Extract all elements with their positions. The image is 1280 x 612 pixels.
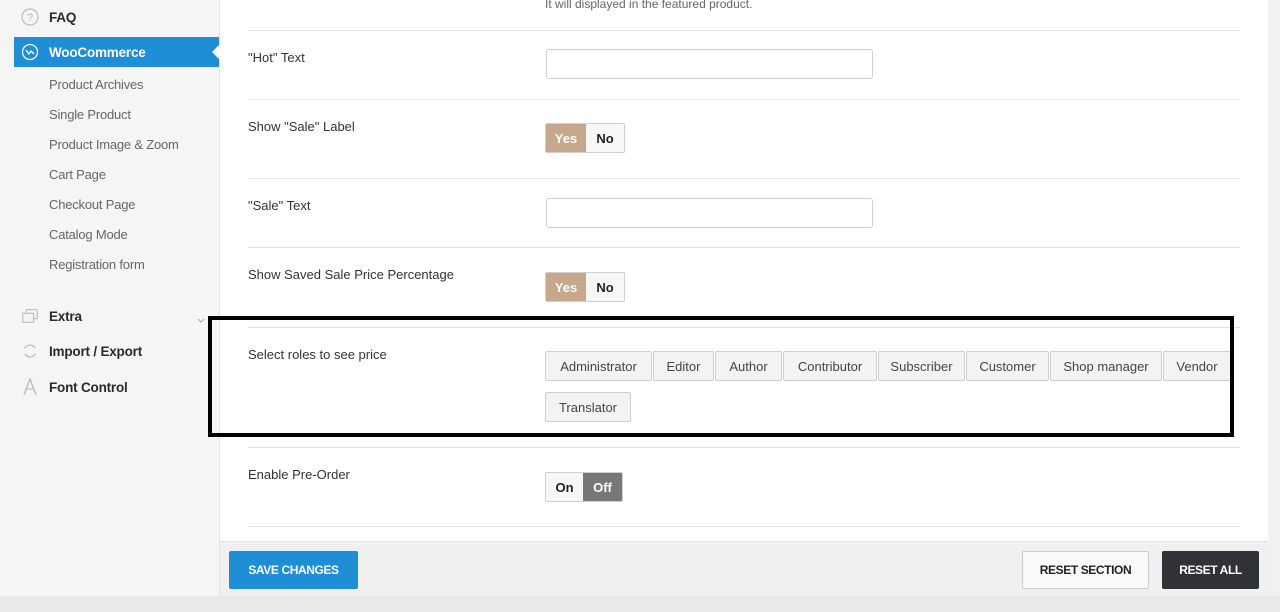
toggle-on-button[interactable]: On bbox=[546, 473, 583, 501]
divider bbox=[248, 447, 1240, 448]
font-icon bbox=[21, 378, 39, 396]
sidebar-item-import-export[interactable]: Import / Export bbox=[0, 336, 220, 366]
sidebar-item-woocommerce[interactable]: WooCommerce bbox=[14, 37, 220, 67]
show-sale-label-toggle: Yes No bbox=[545, 123, 625, 153]
sale-text-label: "Sale" Text bbox=[248, 198, 311, 213]
scrollbar[interactable] bbox=[1268, 0, 1280, 596]
reset-section-button[interactable]: RESET SECTION bbox=[1022, 551, 1149, 589]
sidebar-item-label: Font Control bbox=[49, 379, 128, 395]
sidebar-subitem-single-product[interactable]: Single Product bbox=[49, 107, 131, 122]
save-changes-button[interactable]: SAVE CHANGES bbox=[229, 551, 358, 589]
reset-all-button[interactable]: RESET ALL bbox=[1162, 551, 1259, 589]
highlight-box bbox=[208, 316, 1234, 437]
woocommerce-icon bbox=[21, 43, 39, 61]
hot-text-label: "Hot" Text bbox=[248, 50, 305, 65]
toggle-off-button[interactable]: Off bbox=[583, 473, 622, 501]
sidebar-item-font-control[interactable]: Font Control bbox=[0, 372, 220, 402]
sidebar-item-faq[interactable]: ? FAQ bbox=[0, 2, 220, 32]
sidebar-item-label: FAQ bbox=[49, 9, 77, 25]
layers-icon bbox=[21, 307, 39, 325]
options-panel: ? FAQ WooCommerce Product Archives Singl… bbox=[0, 0, 1280, 612]
sidebar-subitem-registration-form[interactable]: Registration form bbox=[49, 257, 145, 272]
enable-pre-order-toggle: On Off bbox=[545, 472, 623, 502]
divider bbox=[248, 99, 1240, 100]
toggle-no-button[interactable]: No bbox=[586, 124, 624, 152]
sidebar-item-label: Import / Export bbox=[49, 343, 143, 359]
show-saved-pct-toggle: Yes No bbox=[545, 272, 625, 302]
chevron-down-icon bbox=[197, 311, 205, 329]
divider bbox=[248, 247, 1240, 248]
question-circle-icon: ? bbox=[21, 8, 39, 26]
enable-pre-order-label: Enable Pre-Order bbox=[248, 467, 350, 482]
sidebar-item-label: Extra bbox=[49, 308, 82, 324]
sidebar-subitem-checkout-page[interactable]: Checkout Page bbox=[49, 197, 135, 212]
toggle-yes-button[interactable]: Yes bbox=[546, 124, 586, 152]
sidebar-subitem-catalog-mode[interactable]: Catalog Mode bbox=[49, 227, 128, 242]
divider bbox=[248, 178, 1240, 179]
divider bbox=[248, 30, 1240, 31]
svg-text:?: ? bbox=[27, 12, 33, 24]
toggle-no-button[interactable]: No bbox=[586, 273, 624, 301]
sidebar-subitem-product-archives[interactable]: Product Archives bbox=[49, 77, 144, 92]
bottom-strip bbox=[0, 596, 1280, 612]
show-saved-pct-label: Show Saved Sale Price Percentage bbox=[248, 267, 454, 282]
sidebar: ? FAQ WooCommerce Product Archives Singl… bbox=[0, 0, 220, 596]
refresh-icon bbox=[21, 342, 39, 360]
divider bbox=[248, 526, 1240, 527]
sidebar-subitem-product-image-zoom[interactable]: Product Image & Zoom bbox=[49, 137, 179, 152]
sale-text-input[interactable] bbox=[546, 198, 873, 228]
sidebar-item-label: WooCommerce bbox=[49, 44, 146, 60]
featured-help-text: It will displayed in the featured produc… bbox=[545, 0, 753, 11]
hot-text-input[interactable] bbox=[546, 49, 873, 79]
toggle-yes-button[interactable]: Yes bbox=[546, 273, 586, 301]
footer-bar: SAVE CHANGES RESET SECTION RESET ALL bbox=[220, 541, 1268, 596]
sidebar-item-extra[interactable]: Extra bbox=[0, 301, 220, 331]
sidebar-subitem-cart-page[interactable]: Cart Page bbox=[49, 167, 106, 182]
show-sale-label-label: Show "Sale" Label bbox=[248, 119, 355, 134]
